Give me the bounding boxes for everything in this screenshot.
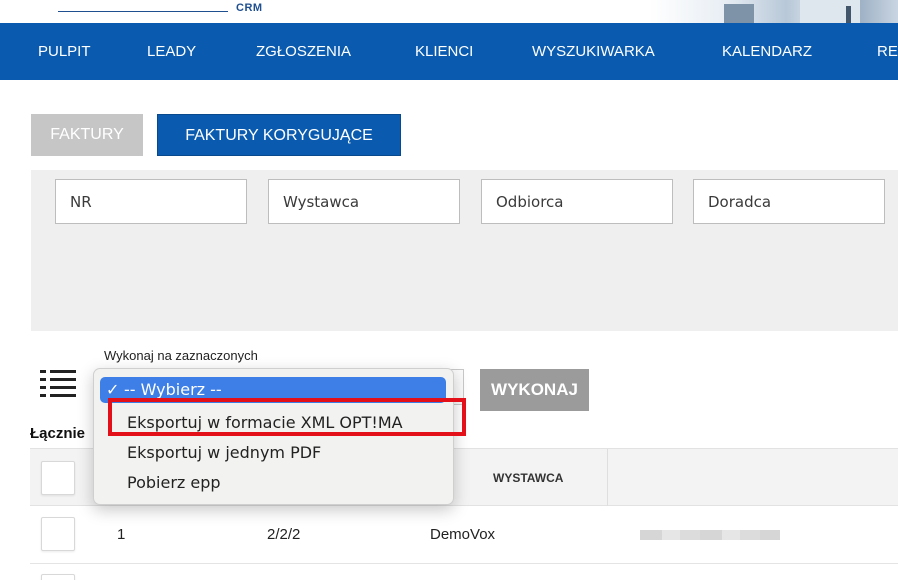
- header-photo-building: [846, 6, 851, 23]
- tab-faktury-korygujace[interactable]: FAKTURY KORYGUJĄCE: [157, 114, 401, 156]
- header-banner: CRM: [0, 0, 898, 23]
- bulk-action-dropdown: ✓ -- Wybierz -- Eksportuj w formacie XML …: [93, 368, 454, 505]
- select-all-checkbox[interactable]: [41, 461, 75, 495]
- row-lp: 1: [117, 526, 126, 543]
- row-checkbox[interactable]: [41, 574, 75, 580]
- filter-panel: [31, 170, 898, 331]
- nav-item-leady[interactable]: LEADY: [147, 23, 196, 80]
- row-checkbox[interactable]: [41, 517, 75, 551]
- check-icon: ✓: [106, 380, 120, 399]
- doradca-filter-input[interactable]: [693, 179, 885, 224]
- nav-item-pulpit[interactable]: PULPIT: [38, 23, 91, 80]
- tab-faktury[interactable]: FAKTURY: [31, 114, 143, 156]
- nav-item-klienci[interactable]: KLIENCI: [415, 23, 473, 80]
- option-export-pdf[interactable]: Eksportuj w jednym PDF: [100, 440, 446, 466]
- logo-line: [58, 11, 228, 12]
- header-photo-building: [724, 4, 754, 23]
- column-header-wystawca: WYSTAWCA: [493, 471, 564, 485]
- wystawca-filter-input[interactable]: [268, 179, 460, 224]
- odbiorca-filter-input[interactable]: [481, 179, 673, 224]
- nr-filter-input[interactable]: [55, 179, 247, 224]
- redacted-value: [640, 530, 780, 540]
- option-download-epp[interactable]: Pobierz epp: [100, 470, 446, 496]
- row-nr: 2/2/2: [267, 526, 301, 543]
- row-wystawca: DemoVox: [430, 526, 496, 543]
- table-row[interactable]: 1 2/2/2 DemoVox: [30, 506, 898, 564]
- header-photo: [650, 0, 898, 23]
- nav-item-zgloszenia[interactable]: ZGŁOSZENIA: [256, 23, 351, 80]
- main-nav: PULPIT LEADY ZGŁOSZENIA KLIENCI WYSZUKIW…: [0, 23, 898, 80]
- list-icon[interactable]: [40, 368, 76, 398]
- logo-text: CRM: [236, 2, 263, 14]
- total-label: Łącznie: [30, 425, 86, 442]
- nav-item-more[interactable]: RE: [877, 23, 898, 80]
- bulk-action-label: Wykonaj na zaznaczonych: [104, 348, 258, 363]
- nav-item-kalendarz[interactable]: KALENDARZ: [722, 23, 812, 80]
- nav-item-wyszukiwarka[interactable]: WYSZUKIWARKA: [532, 23, 655, 80]
- option-wybierz[interactable]: ✓ -- Wybierz --: [100, 377, 446, 403]
- run-action-button[interactable]: WYKONAJ: [480, 369, 589, 411]
- option-label: -- Wybierz --: [124, 380, 222, 399]
- column-divider: [607, 449, 608, 507]
- table-row[interactable]: [30, 564, 898, 580]
- header-photo-building: [800, 0, 860, 23]
- option-export-xml-optima[interactable]: Eksportuj w formacie XML OPT!MA: [100, 410, 446, 436]
